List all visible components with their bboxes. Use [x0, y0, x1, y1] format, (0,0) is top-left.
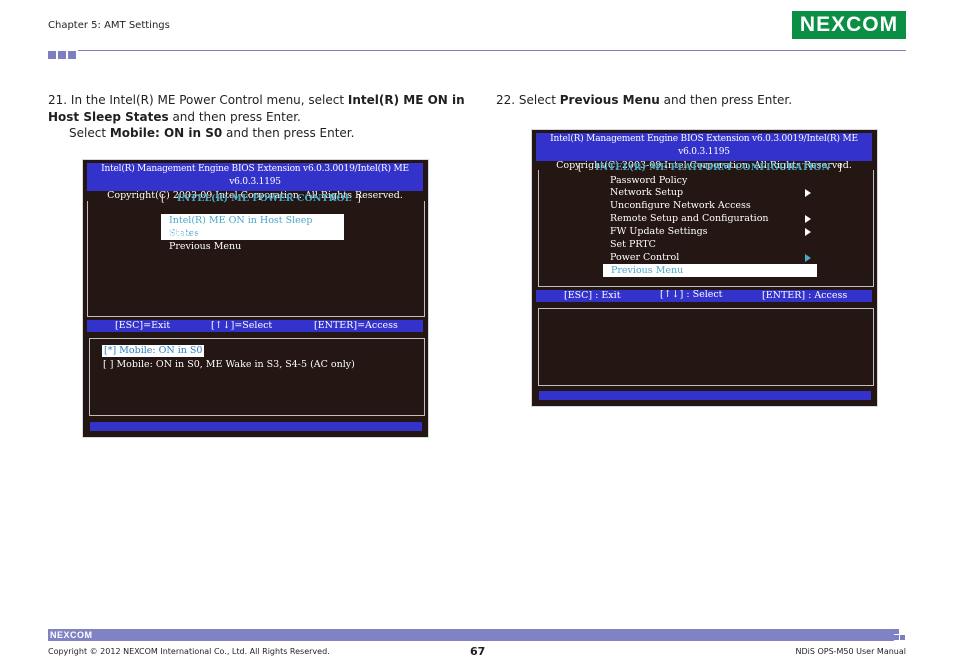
chapter-title: Chapter 5: AMT Settings — [48, 20, 170, 31]
esc-hint: [ESC]=Exit — [115, 320, 171, 331]
footer-squares-decoration — [894, 629, 906, 641]
options-panel — [538, 308, 874, 386]
menu-item-network-setup[interactable]: Network Setup — [610, 186, 683, 199]
select-hint: [↑↓] : Select — [660, 289, 723, 300]
bios-title-bar: Intel(R) Management Engine BIOS Extensio… — [536, 133, 872, 171]
menu-item-unconfigure-network[interactable]: Unconfigure Network Access — [610, 199, 751, 212]
bios-footer-bar: [ESC] : Exit [↑↓] : Select [ENTER] : Acc… — [536, 289, 872, 302]
submenu-arrow-icon — [805, 254, 811, 262]
copyright-text: Copyright © 2012 NEXCOM International Co… — [48, 647, 330, 656]
menu-item-idle-timeout[interactable]: Idle Timeout — [169, 227, 230, 240]
step-22-text: 22. Select Previous Menu and then press … — [496, 93, 793, 107]
menu-item-previous-menu[interactable]: Previous Menu — [603, 264, 817, 277]
enter-hint: [ENTER] : Access — [762, 290, 848, 301]
submenu-arrow-icon — [805, 215, 811, 223]
menu-item-power-control[interactable]: Power Control — [610, 251, 679, 264]
bios-bottom-bar — [90, 422, 422, 431]
step-number: 21. — [48, 93, 68, 107]
enter-hint: [ENTER]=Access — [314, 320, 398, 331]
bios-bottom-bar — [539, 391, 871, 400]
manual-title: NDiS OPS-M50 User Manual — [795, 647, 906, 656]
submenu-arrow-icon — [805, 228, 811, 236]
header-squares-decoration — [48, 51, 76, 59]
step-number: 22. — [496, 93, 516, 107]
bios-title-bar: Intel(R) Management Engine BIOS Extensio… — [87, 163, 423, 201]
footer-logo: NEXCOM — [50, 630, 93, 640]
select-hint: [↑↓]=Select — [211, 320, 273, 331]
option-mobile-on-s0[interactable]: [*] Mobile: ON in S0 — [102, 345, 205, 357]
menu-item-set-prtc[interactable]: Set PRTC — [610, 238, 656, 251]
menu-item-previous-menu[interactable]: Previous Menu — [169, 240, 241, 253]
submenu-arrow-icon — [805, 189, 811, 197]
bios-screen-power-control: Intel(R) Management Engine BIOS Extensio… — [82, 159, 429, 438]
page-number: 67 — [470, 645, 486, 658]
menu-option-name: Mobile: ON in S0 — [109, 126, 223, 140]
step-21-text: 21. In the Intel(R) ME Power Control men… — [48, 93, 465, 140]
bios-screen-platform-config: Intel(R) Management Engine BIOS Extensio… — [531, 129, 878, 407]
esc-hint: [ESC] : Exit — [564, 290, 621, 301]
menu-item-remote-setup[interactable]: Remote Setup and Configuration — [610, 212, 769, 225]
nexcom-logo: NEXCOM — [792, 11, 906, 39]
menu-item-fw-update[interactable]: FW Update Settings — [610, 225, 708, 238]
footer-bar — [48, 629, 894, 641]
header-divider — [78, 50, 906, 51]
bios-footer-bar: [ESC]=Exit [↑↓]=Select [ENTER]=Access — [87, 320, 423, 332]
menu-option-name: Previous Menu — [559, 93, 660, 107]
option-mobile-on-s0-wake[interactable]: [ ] Mobile: ON in S0, ME Wake in S3, S4-… — [103, 358, 355, 371]
